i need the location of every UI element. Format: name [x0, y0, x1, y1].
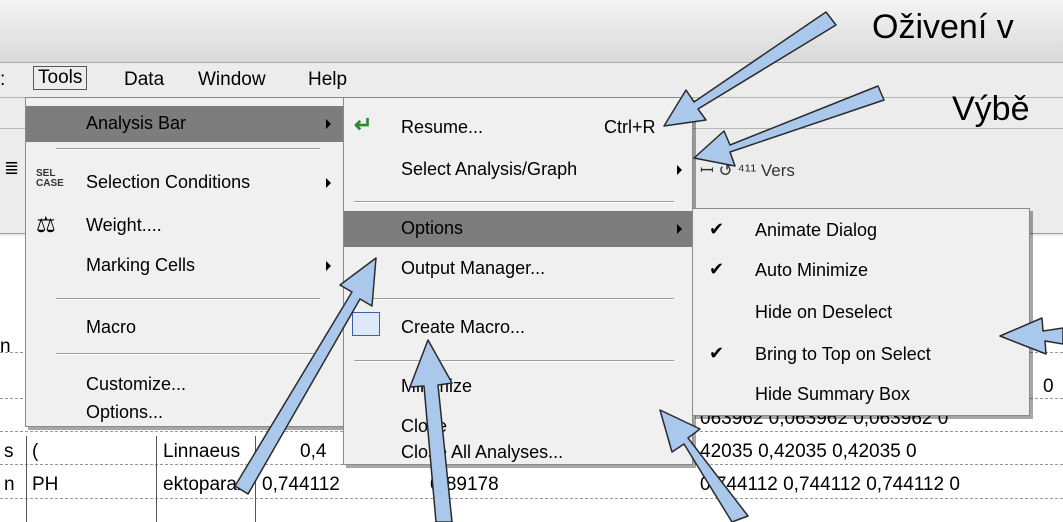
- arrow-to-select-analysis: [693, 85, 885, 167]
- arrow-to-create-macro: [409, 339, 453, 522]
- arrow-to-minimize-area: [659, 409, 749, 522]
- arrow-to-hide-on-deselect: [999, 317, 1063, 355]
- arrow-to-output-manager: [234, 257, 377, 495]
- arrow-to-resume: [663, 11, 837, 127]
- annotation-arrows: [234, 11, 1063, 522]
